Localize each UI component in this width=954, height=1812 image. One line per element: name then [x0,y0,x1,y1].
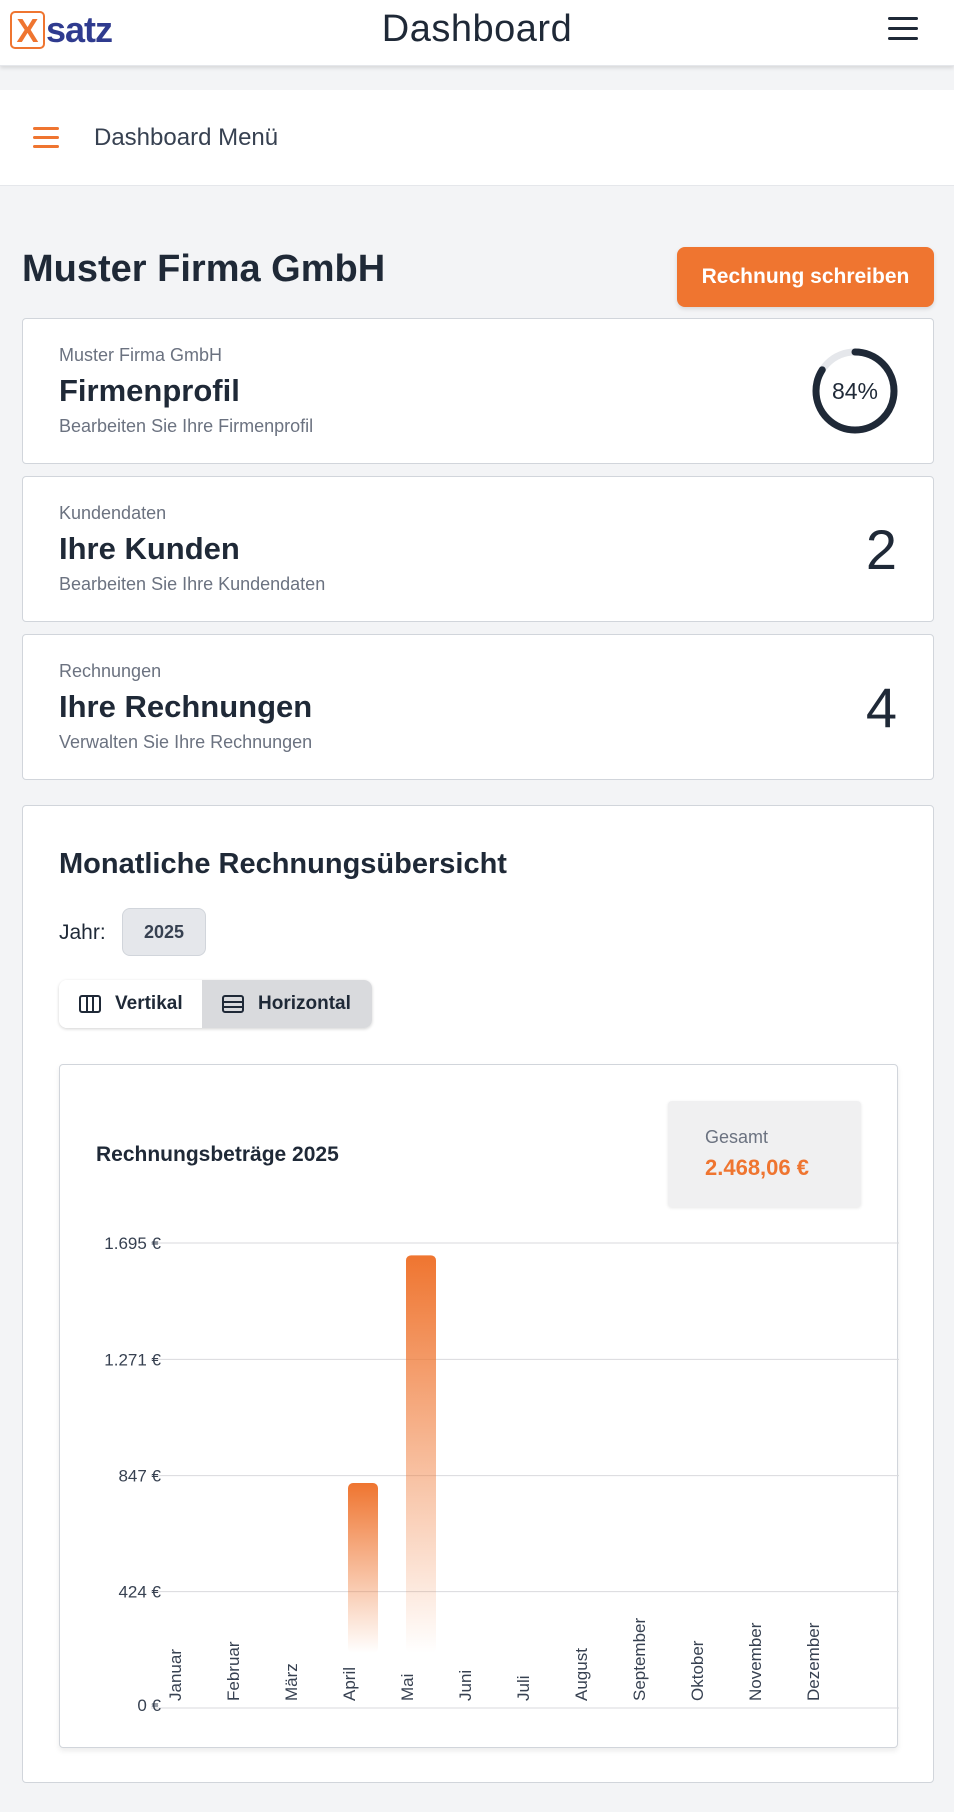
card-title: Firmenprofil [59,373,240,408]
card-description: Verwalten Sie Ihre Rechnungen [59,732,313,752]
x-tick-label: Dezember [804,1622,823,1701]
x-tick-label: November [746,1622,765,1701]
y-tick-label: 424 € [118,1583,161,1602]
page-title: Dashboard [381,8,573,50]
card-title: Ihre Kunden [59,531,240,566]
x-tick-label: April [340,1667,359,1701]
bar-mai [406,1255,436,1653]
main-menu-icon[interactable] [888,17,918,41]
y-tick-label: 847 € [118,1467,161,1486]
invoices-card[interactable]: Rechnungen Ihre Rechnungen Verwalten Sie… [22,634,934,780]
customers-count: 2 [865,518,897,581]
card-description: Bearbeiten Sie Ihre Kundendaten [59,574,326,594]
chart-orientation-toggle: Vertikal Horizontal [59,980,372,1028]
dashboard-menu-icon[interactable] [33,127,59,149]
overview-heading: Monatliche Rechnungsübersicht [59,848,507,880]
top-app-bar: X satz Dashboard [0,0,954,66]
vertical-toggle-label: Vertikal [115,993,183,1014]
card-description: Bearbeiten Sie Ihre Firmenprofil [59,416,314,436]
company-profile-card[interactable]: Muster Firma GmbH Firmenprofil Bearbeite… [22,318,934,464]
year-label: Jahr: [59,921,106,944]
y-tick-label: 1.271 € [104,1350,161,1369]
x-tick-label: September [630,1618,649,1701]
vertical-toggle-button[interactable]: Vertikal [59,980,202,1028]
card-subtitle: Rechnungen [59,661,162,681]
write-invoice-button[interactable]: Rechnung schreiben [677,247,934,307]
card-subtitle: Kundendaten [59,503,167,523]
x-tick-label: Februar [224,1641,243,1701]
monthly-invoice-bar-chart: 0 € 424 € 847 € 1.271 € 1.695 € Januar Februar… [104,1234,899,1715]
profile-progress-label: 84% [831,377,879,404]
x-tick-label: Juni [456,1670,475,1701]
card-subtitle: Muster Firma GmbH [59,345,223,365]
company-name-heading: Muster Firma GmbH [22,248,386,290]
bar-april [348,1483,378,1653]
x-tick-label: Januar [166,1649,185,1701]
x-tick-label: Mai [398,1674,417,1701]
dashboard-menu-bar[interactable]: Dashboard Menü [0,90,954,186]
year-select[interactable]: 2025 [122,908,206,956]
rows-icon [222,995,244,1013]
x-tick-label: März [282,1663,301,1701]
x-tick-label: Oktober [688,1640,707,1701]
horizontal-toggle-label: Horizontal [258,993,351,1014]
y-tick-label: 1.695 € [104,1234,161,1253]
horizontal-toggle-button[interactable]: Horizontal [202,980,372,1028]
customers-card[interactable]: Kundendaten Ihre Kunden Bearbeiten Sie I… [22,476,934,622]
y-tick-label: 0 € [137,1696,161,1715]
chart-card: Rechnungsbeträge 2025 Gesamt 2.468,06 € … [59,1064,899,1748]
invoices-count: 4 [865,676,897,739]
x-tick-label: Juli [514,1675,533,1701]
card-title: Ihre Rechnungen [59,689,313,724]
dashboard-menu-label[interactable]: Dashboard Menü [94,124,278,152]
monthly-overview-section: Monatliche Rechnungsübersicht Jahr: 2025… [22,805,934,1783]
x-tick-label: August [572,1648,591,1701]
columns-icon [79,995,101,1013]
